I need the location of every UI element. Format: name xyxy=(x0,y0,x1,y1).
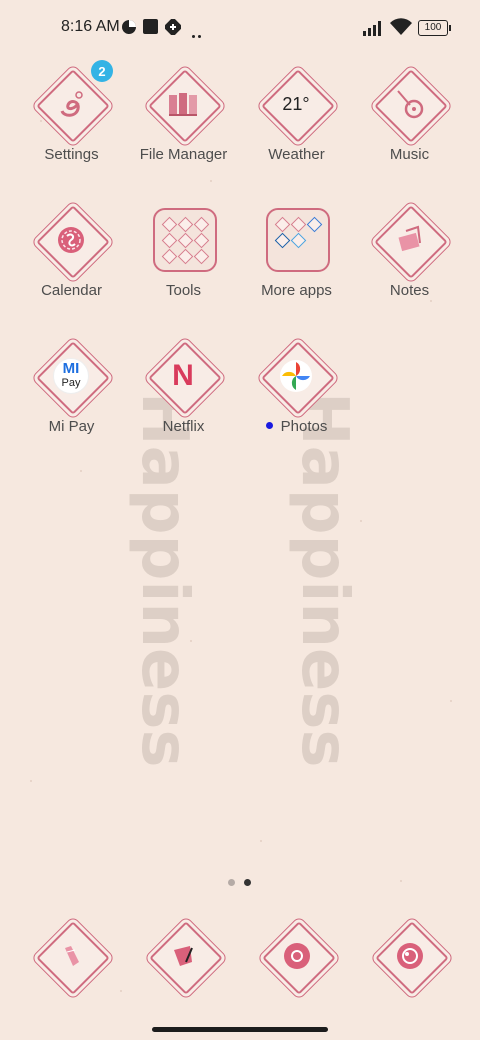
app-weather[interactable]: 21° Weather xyxy=(240,69,353,186)
wifi-icon xyxy=(390,18,412,35)
music-icon xyxy=(375,70,443,138)
messages-icon xyxy=(150,922,218,990)
app-photos[interactable]: Photos xyxy=(240,341,353,458)
app-label-row: Photos xyxy=(240,418,353,435)
app-settings[interactable]: 2 Settings xyxy=(15,60,128,186)
square-icon xyxy=(143,19,158,34)
app-music[interactable]: Music xyxy=(353,69,466,186)
app-file-manager[interactable]: File Manager xyxy=(127,69,240,186)
signal-icon xyxy=(363,21,381,36)
file-manager-icon xyxy=(149,70,217,138)
app-label: More apps xyxy=(261,282,332,299)
app-label: Settings xyxy=(44,146,99,163)
more-apps-folder-icon xyxy=(266,208,330,272)
battery-icon: 100 xyxy=(418,20,448,36)
tools-folder-icon xyxy=(153,208,217,272)
app-label: Mi Pay xyxy=(48,418,95,435)
app-notes[interactable]: Notes xyxy=(353,205,466,322)
page-dot-1[interactable] xyxy=(228,879,235,886)
status-time: 8:16 AM xyxy=(61,18,120,35)
page-dot-2-active[interactable] xyxy=(244,879,251,886)
sim-icon xyxy=(165,19,181,35)
app-calendar[interactable]: Calendar xyxy=(15,205,128,322)
app-label: Tools xyxy=(165,282,202,299)
gesture-navigation-bar[interactable] xyxy=(152,1027,328,1032)
app-label: Netflix xyxy=(162,418,205,435)
mi-pay-logo-pay: Pay xyxy=(61,377,81,389)
settings-icon xyxy=(37,70,105,138)
app-tools-folder[interactable]: Tools xyxy=(127,206,240,322)
weather-temperature: 21° xyxy=(282,93,310,114)
app-netflix[interactable]: N Netflix xyxy=(127,341,240,458)
more-icon xyxy=(192,25,202,43)
dock-chrome[interactable] xyxy=(262,921,336,995)
app-mi-pay[interactable]: MI Pay Mi Pay xyxy=(15,341,128,458)
data-saver-icon xyxy=(122,20,136,34)
camera-icon xyxy=(376,922,444,990)
app-label: Music xyxy=(389,146,430,163)
notes-icon xyxy=(375,206,443,274)
chrome-icon xyxy=(263,922,331,990)
battery-tip xyxy=(449,25,451,31)
weather-icon: 21° xyxy=(262,70,330,138)
dock-messages[interactable] xyxy=(149,921,223,995)
status-bar: 8:16 AM 100 xyxy=(0,0,480,56)
app-label: Photos xyxy=(280,418,328,435)
dock-camera[interactable] xyxy=(375,921,449,995)
app-label: Notes xyxy=(389,282,430,299)
battery-level: 100 xyxy=(424,22,442,33)
app-label: Weather xyxy=(268,146,325,163)
calendar-icon xyxy=(37,206,105,274)
app-label: Calendar xyxy=(41,282,102,299)
mi-pay-icon: MI Pay xyxy=(37,342,105,410)
dock-phone[interactable] xyxy=(36,921,110,995)
netflix-logo: N xyxy=(172,359,194,392)
app-label: File Manager xyxy=(139,146,228,163)
mi-pay-logo-mi: MI xyxy=(62,360,80,377)
phone-icon xyxy=(37,922,105,990)
notification-badge: 2 xyxy=(91,60,113,82)
netflix-icon: N xyxy=(149,342,217,410)
photos-icon xyxy=(262,342,330,410)
new-app-indicator xyxy=(265,421,273,429)
app-more-apps-folder[interactable]: More apps xyxy=(240,206,353,322)
